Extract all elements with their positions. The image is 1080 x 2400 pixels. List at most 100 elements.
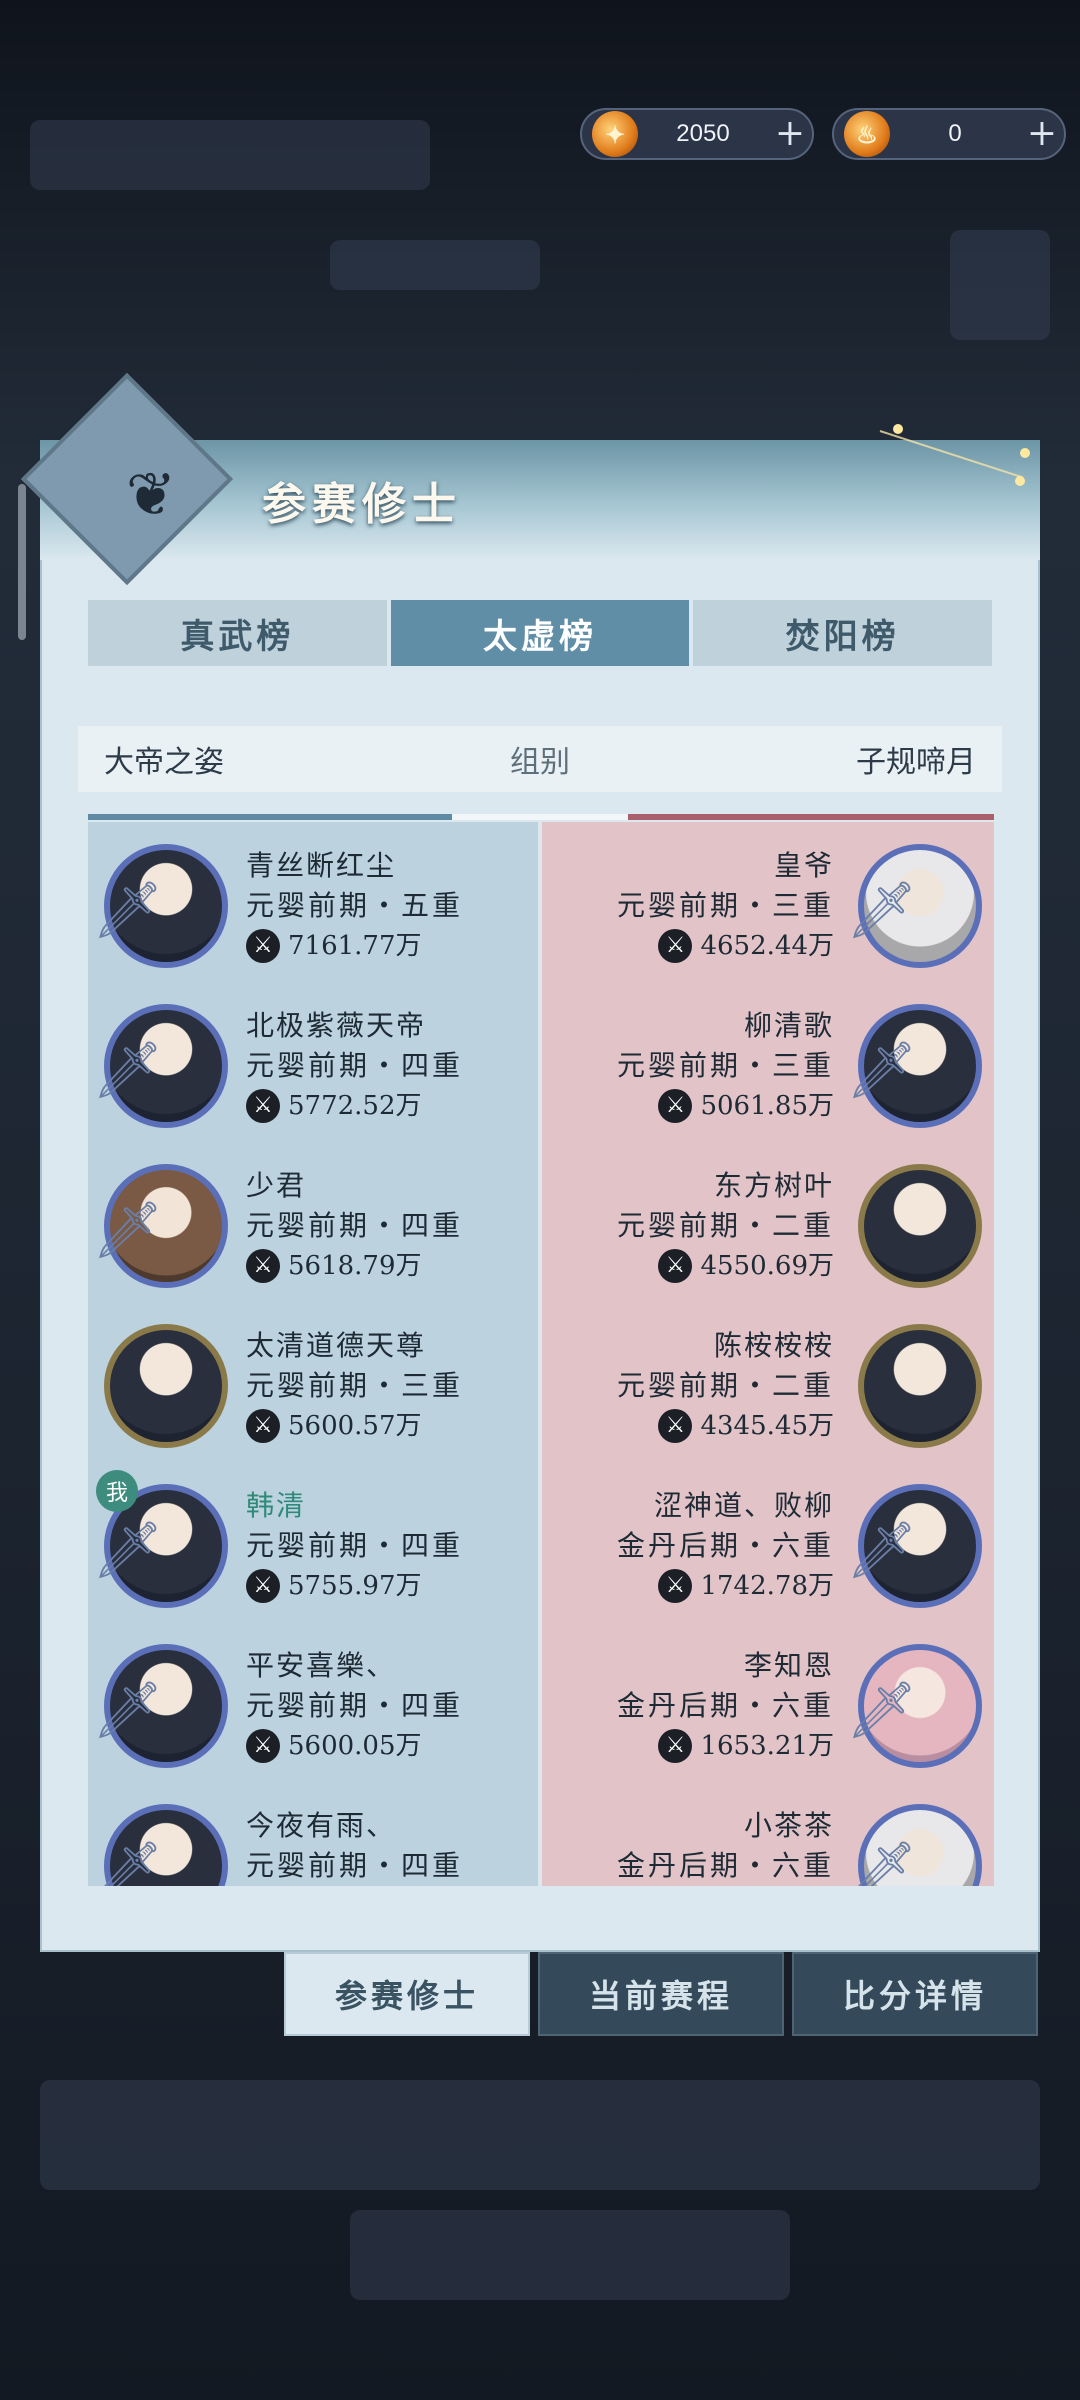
ranking-tabs: 真武榜 太虚榜 焚阳榜 — [88, 600, 993, 666]
add-gold-button[interactable]: + — [768, 116, 812, 152]
player-power: 7161.77万 — [288, 931, 422, 961]
power-icon: ⚔ — [658, 1249, 693, 1283]
panel-title: 参赛修士 — [262, 479, 462, 530]
nav-schedule-button[interactable]: 当前赛程 — [538, 1952, 784, 2036]
right-team-bar — [628, 814, 994, 820]
list-item[interactable]: 🗡 小茶茶 金丹后期・六重 — [542, 1790, 994, 1886]
player-name: 韩清 — [246, 1489, 307, 1522]
player-name: 涩神道、败柳 — [653, 1489, 834, 1522]
currency-flame: ♨ 0 + — [832, 108, 1066, 160]
power-icon: ⚔ — [658, 1089, 693, 1123]
player-realm: 元婴前期・五重 — [246, 889, 464, 922]
player-power: 5618.79万 — [288, 1251, 422, 1281]
player-power: 5600.05万 — [288, 1731, 422, 1761]
me-badge: 我 — [96, 1470, 138, 1512]
sword-icon: 🗡 — [846, 1506, 917, 1596]
power-icon: ⚔ — [246, 1089, 280, 1123]
list-item[interactable]: 太清道德天尊 元婴前期・三重 ⚔ 5600.57万 — [88, 1310, 538, 1460]
player-power: 5772.52万 — [288, 1091, 422, 1121]
currency-gold: ✦ 2050 + — [580, 108, 814, 160]
player-power: 1742.78万 — [700, 1571, 834, 1601]
player-power: 1653.21万 — [700, 1731, 834, 1761]
avatar — [858, 1324, 982, 1448]
side-scroll-indicator — [18, 484, 26, 640]
list-item[interactable]: 🗡 平安喜樂、 元婴前期・四重 ⚔ 5600.05万 — [88, 1630, 538, 1780]
fox-emblem-icon: ❦ — [125, 460, 177, 530]
list-item[interactable]: 🗡 柳清歌 元婴前期・三重 ⚔5061.85万 — [542, 990, 994, 1140]
player-name: 平安喜樂、 — [246, 1649, 397, 1682]
list-item[interactable]: 🗡 李知恩 金丹后期・六重 ⚔1653.21万 — [542, 1630, 994, 1780]
power-icon: ⚔ — [246, 1569, 280, 1603]
list-item[interactable]: 🗡 今夜有雨、 元婴前期・四重 — [88, 1790, 538, 1886]
avatar — [858, 1164, 982, 1288]
player-realm: 元婴前期・四重 — [246, 1849, 464, 1882]
player-realm: 元婴前期・四重 — [246, 1689, 464, 1722]
list-item-self[interactable]: 🗡 我 韩清 元婴前期・四重 ⚔ 5755.97万 — [88, 1470, 538, 1620]
bg-title-blur — [30, 120, 430, 190]
bg-tab-blur — [330, 240, 540, 290]
bg-button-blur — [950, 230, 1050, 340]
sword-icon: 🗡 — [92, 1026, 163, 1116]
player-realm: 元婴前期・四重 — [246, 1049, 464, 1082]
bottom-nav: 参赛修士 当前赛程 比分详情 — [284, 1952, 1038, 2036]
player-name: 李知恩 — [743, 1649, 834, 1682]
avatar — [104, 1324, 228, 1448]
list-item[interactable]: 🗡 涩神道、败柳 金丹后期・六重 ⚔1742.78万 — [542, 1470, 994, 1620]
power-icon: ⚔ — [658, 1409, 693, 1443]
sword-icon: 🗡 — [92, 1826, 163, 1886]
list-item[interactable]: 🗡 北极紫薇天帝 元婴前期・四重 ⚔ 5772.52万 — [88, 990, 538, 1140]
player-power: 5600.57万 — [288, 1411, 422, 1441]
add-flame-button[interactable]: + — [1020, 116, 1064, 152]
left-team-list[interactable]: 🗡 青丝断红尘 元婴前期・五重 ⚔ 7161.77万 🗡 北极紫薇天帝 元婴前期・… — [88, 822, 538, 1886]
tab-taixu[interactable]: 太虚榜 — [390, 600, 690, 666]
group-label: 组别 — [510, 745, 570, 780]
right-team-list[interactable]: 🗡 皇爷 元婴前期・三重 ⚔4652.44万 🗡 柳清歌 元婴前期・三重 ⚔50… — [542, 822, 994, 1886]
sword-icon: 🗡 — [92, 1666, 163, 1756]
power-icon: ⚔ — [658, 1729, 693, 1763]
player-realm: 元婴前期・四重 — [246, 1209, 464, 1242]
left-team-bar — [88, 814, 452, 820]
list-item[interactable]: 🗡 皇爷 元婴前期・三重 ⚔4652.44万 — [542, 830, 994, 980]
player-realm: 元婴前期・四重 — [246, 1529, 464, 1562]
power-icon: ⚔ — [246, 929, 280, 963]
sword-icon: 🗡 — [92, 1506, 163, 1596]
player-name: 皇爷 — [773, 849, 834, 882]
player-realm: 金丹后期・六重 — [616, 1689, 834, 1722]
sword-icon: 🗡 — [846, 1026, 917, 1116]
player-realm: 元婴前期・三重 — [246, 1369, 464, 1402]
player-realm: 元婴前期・二重 — [616, 1209, 834, 1242]
player-realm: 元婴前期・三重 — [616, 889, 834, 922]
sword-icon: 🗡 — [846, 1666, 917, 1756]
list-item[interactable]: 🗡 少君 元婴前期・四重 ⚔ 5618.79万 — [88, 1150, 538, 1300]
bg-row-blur — [40, 2080, 1040, 2190]
decor-star — [1020, 448, 1030, 458]
power-icon: ⚔ — [658, 1569, 693, 1603]
tab-fenyang[interactable]: 焚阳榜 — [693, 600, 993, 666]
bg-bottom-blur — [350, 2210, 790, 2300]
power-icon: ⚔ — [246, 1249, 280, 1283]
list-item[interactable]: 陈桉桉桉 元婴前期・二重 ⚔ 4345.45万 — [542, 1310, 994, 1460]
sword-icon: 🗡 — [92, 866, 163, 956]
power-icon: ⚔ — [658, 929, 693, 963]
player-power: 4550.69万 — [700, 1251, 834, 1281]
player-power: 4652.44万 — [700, 931, 834, 961]
flame-token-icon: ♨ — [844, 111, 890, 157]
sword-icon: 🗡 — [92, 1186, 163, 1276]
group-row: 大帝之姿 组别 子规啼月 — [78, 726, 1002, 792]
list-item[interactable]: 🗡 青丝断红尘 元婴前期・五重 ⚔ 7161.77万 — [88, 830, 538, 980]
player-name: 太清道德天尊 — [246, 1329, 427, 1362]
left-group-name: 大帝之姿 — [104, 745, 224, 780]
nav-participants-button[interactable]: 参赛修士 — [284, 1952, 530, 2036]
player-power: 5061.85万 — [700, 1091, 834, 1121]
player-realm: 元婴前期・二重 — [616, 1369, 834, 1402]
decor-star — [893, 424, 903, 434]
tab-zhenwu[interactable]: 真武榜 — [88, 600, 387, 666]
gold-coin-icon: ✦ — [592, 111, 638, 157]
right-group-name: 子规啼月 — [856, 745, 976, 780]
nav-score-details-button[interactable]: 比分详情 — [792, 1952, 1038, 2036]
player-name: 少君 — [246, 1169, 307, 1202]
player-realm: 金丹后期・六重 — [616, 1849, 834, 1882]
player-realm: 元婴前期・三重 — [616, 1049, 834, 1082]
player-name: 小茶茶 — [743, 1809, 834, 1842]
list-item[interactable]: 东方树叶 元婴前期・二重 ⚔ 4550.69万 — [542, 1150, 994, 1300]
